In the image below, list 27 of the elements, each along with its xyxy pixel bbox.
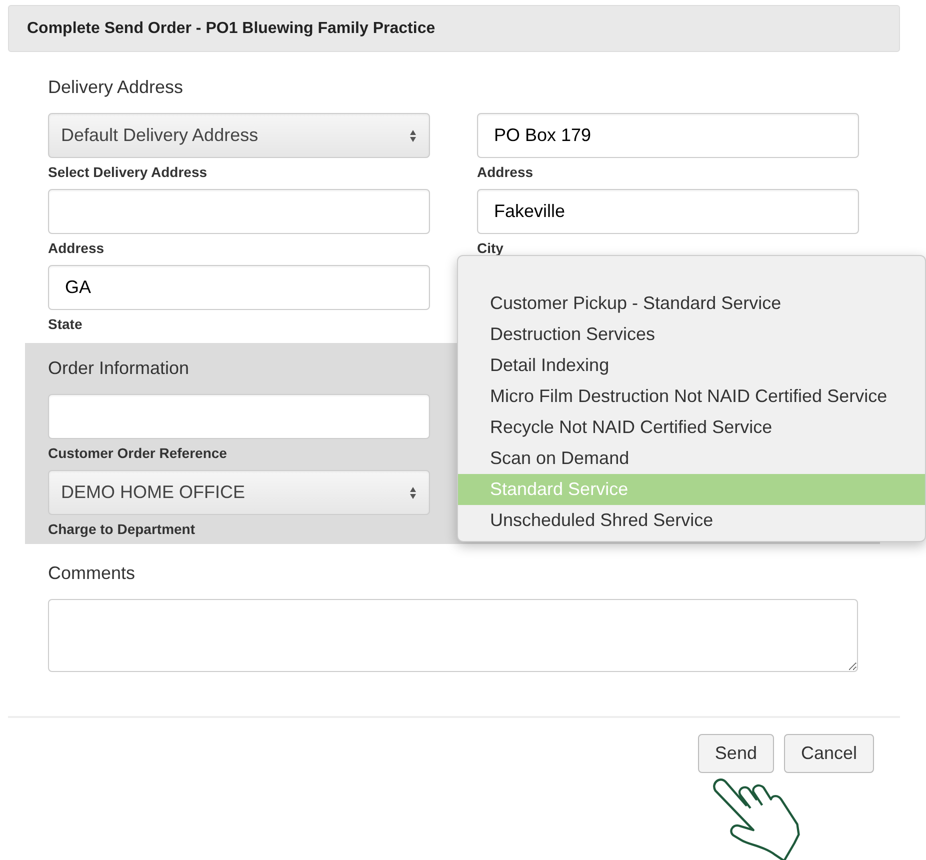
action-button[interactable]: Cancel — [784, 734, 874, 773]
field-label: City — [477, 240, 504, 257]
field-label: Select Delivery Address — [48, 164, 208, 181]
input-field[interactable]: PO Box 179 — [477, 113, 859, 158]
dialog-title: Complete Send Order - PO1 Bluewing Family Practice — [27, 18, 436, 38]
field-label: Address — [477, 164, 534, 181]
select-field[interactable]: DEMO HOME OFFICE — [48, 470, 430, 515]
input-field[interactable]: Fakeville — [477, 189, 859, 234]
menu-item[interactable]: Customer Pickup - Standard Service — [458, 288, 925, 319]
section-heading: Comments — [48, 562, 136, 585]
field-label: Charge to Department — [48, 521, 196, 538]
section-heading: Delivery Address — [48, 76, 184, 99]
field-label: Customer Order Reference — [48, 445, 228, 462]
menu-item[interactable]: Detail Indexing — [458, 350, 925, 381]
input-field[interactable]: GA — [48, 265, 430, 310]
select-value: DEMO HOME OFFICE — [61, 481, 245, 504]
menu-item[interactable]: Recycle Not NAID Certified Service — [458, 412, 925, 443]
select-value: Default Delivery Address — [61, 124, 258, 147]
menu-item[interactable]: Micro Film Destruction Not NAID Certified Service — [458, 381, 925, 412]
section-heading: Order Information — [48, 357, 190, 380]
menu-item[interactable]: Destruction Services — [458, 319, 925, 350]
menu-item[interactable]: Scan on Demand — [458, 443, 925, 474]
action-button[interactable]: Send — [698, 734, 774, 773]
menu-item[interactable]: Unscheduled Shred Service — [458, 505, 925, 536]
field-label: State — [48, 316, 84, 333]
field-label: Address — [48, 240, 106, 257]
select-field[interactable]: Default Delivery Address — [48, 113, 430, 158]
